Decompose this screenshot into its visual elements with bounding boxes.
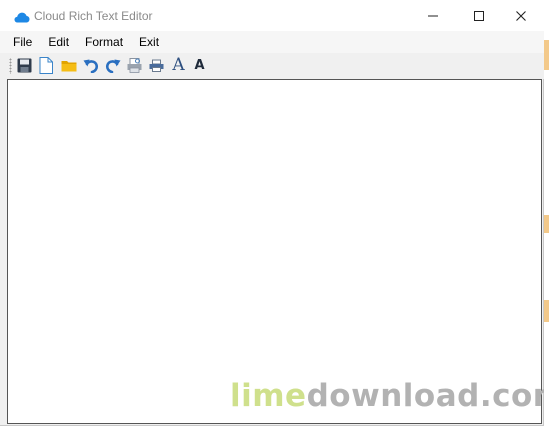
save-icon: [17, 58, 32, 73]
font-icon: A: [172, 55, 185, 75]
toolbar-grip-handle[interactable]: [9, 58, 12, 74]
print-preview-button[interactable]: [126, 57, 143, 74]
close-icon: [516, 10, 526, 21]
print-button[interactable]: [148, 57, 165, 74]
window-title: Cloud Rich Text Editor: [34, 9, 153, 23]
undo-button[interactable]: [82, 57, 99, 74]
rich-text-editor-area[interactable]: [7, 79, 542, 424]
save-button[interactable]: [16, 57, 33, 74]
watermark-part-download: download.com: [306, 378, 549, 414]
background-stripe: [544, 215, 549, 233]
close-button[interactable]: [498, 0, 544, 31]
undo-icon: [83, 59, 98, 73]
menu-format[interactable]: Format: [85, 31, 123, 53]
toolbar: A A: [0, 53, 544, 79]
background-stripe: [544, 40, 549, 70]
print-preview-icon: [127, 58, 142, 73]
menu-edit[interactable]: Edit: [48, 31, 69, 53]
print-icon: [149, 59, 164, 72]
app-window: Cloud Rich Text Editor File Edit Format …: [0, 0, 549, 426]
watermark: limedownload.com: [230, 378, 549, 414]
redo-button[interactable]: [104, 57, 121, 74]
new-document-button[interactable]: [37, 57, 54, 74]
cloud-icon: [14, 10, 30, 23]
font-button[interactable]: A: [170, 57, 187, 74]
font-bold-icon: A: [194, 58, 205, 73]
maximize-icon: [474, 10, 484, 21]
minimize-button[interactable]: [410, 0, 456, 31]
open-folder-icon: [61, 61, 76, 72]
redo-icon: [105, 59, 120, 73]
minimize-icon: [428, 15, 438, 16]
new-document-icon: [39, 57, 53, 74]
background-stripe: [544, 300, 549, 322]
background-window-edge: [544, 0, 549, 429]
maximize-button[interactable]: [456, 0, 502, 31]
menu-exit[interactable]: Exit: [139, 31, 159, 53]
menu-file[interactable]: File: [13, 31, 32, 53]
title-bar[interactable]: Cloud Rich Text Editor: [0, 0, 544, 31]
open-folder-button[interactable]: [60, 57, 77, 74]
font-bold-button[interactable]: A: [191, 57, 208, 74]
watermark-part-lime: lime: [230, 378, 307, 414]
menu-bar: File Edit Format Exit: [0, 31, 544, 53]
